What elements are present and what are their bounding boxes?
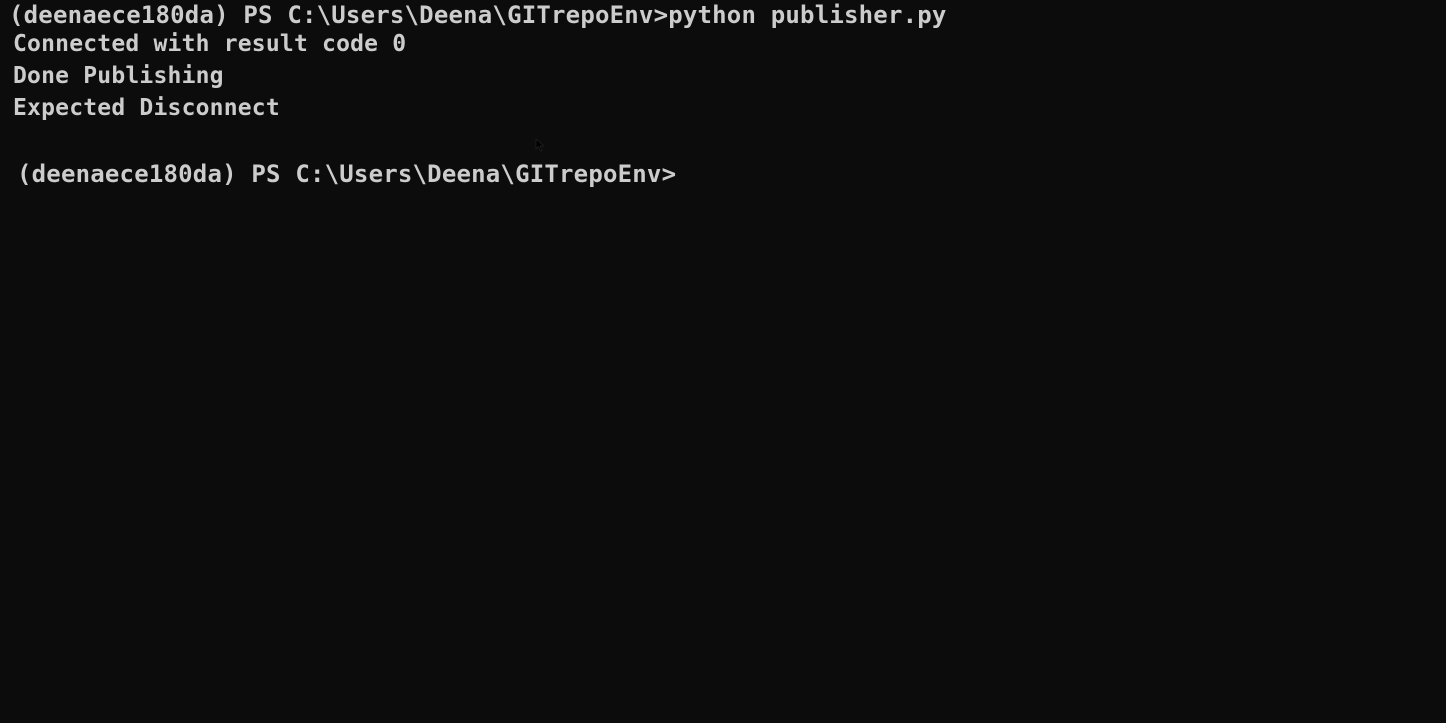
- command-line: (deenaece180da) PS C:\Users\Deena\GITrep…: [9, 1, 947, 29]
- mouse-pointer-icon: [535, 138, 545, 152]
- output-line: Done Publishing: [13, 63, 224, 89]
- output-line: Connected with result code 0: [13, 31, 407, 57]
- terminal-window[interactable]: (deenaece180da) PS C:\Users\Deena\GITrep…: [0, 0, 1446, 723]
- prompt-line[interactable]: (deenaece180da) PS C:\Users\Deena\GITrep…: [17, 159, 676, 189]
- output-line: Expected Disconnect: [13, 95, 280, 121]
